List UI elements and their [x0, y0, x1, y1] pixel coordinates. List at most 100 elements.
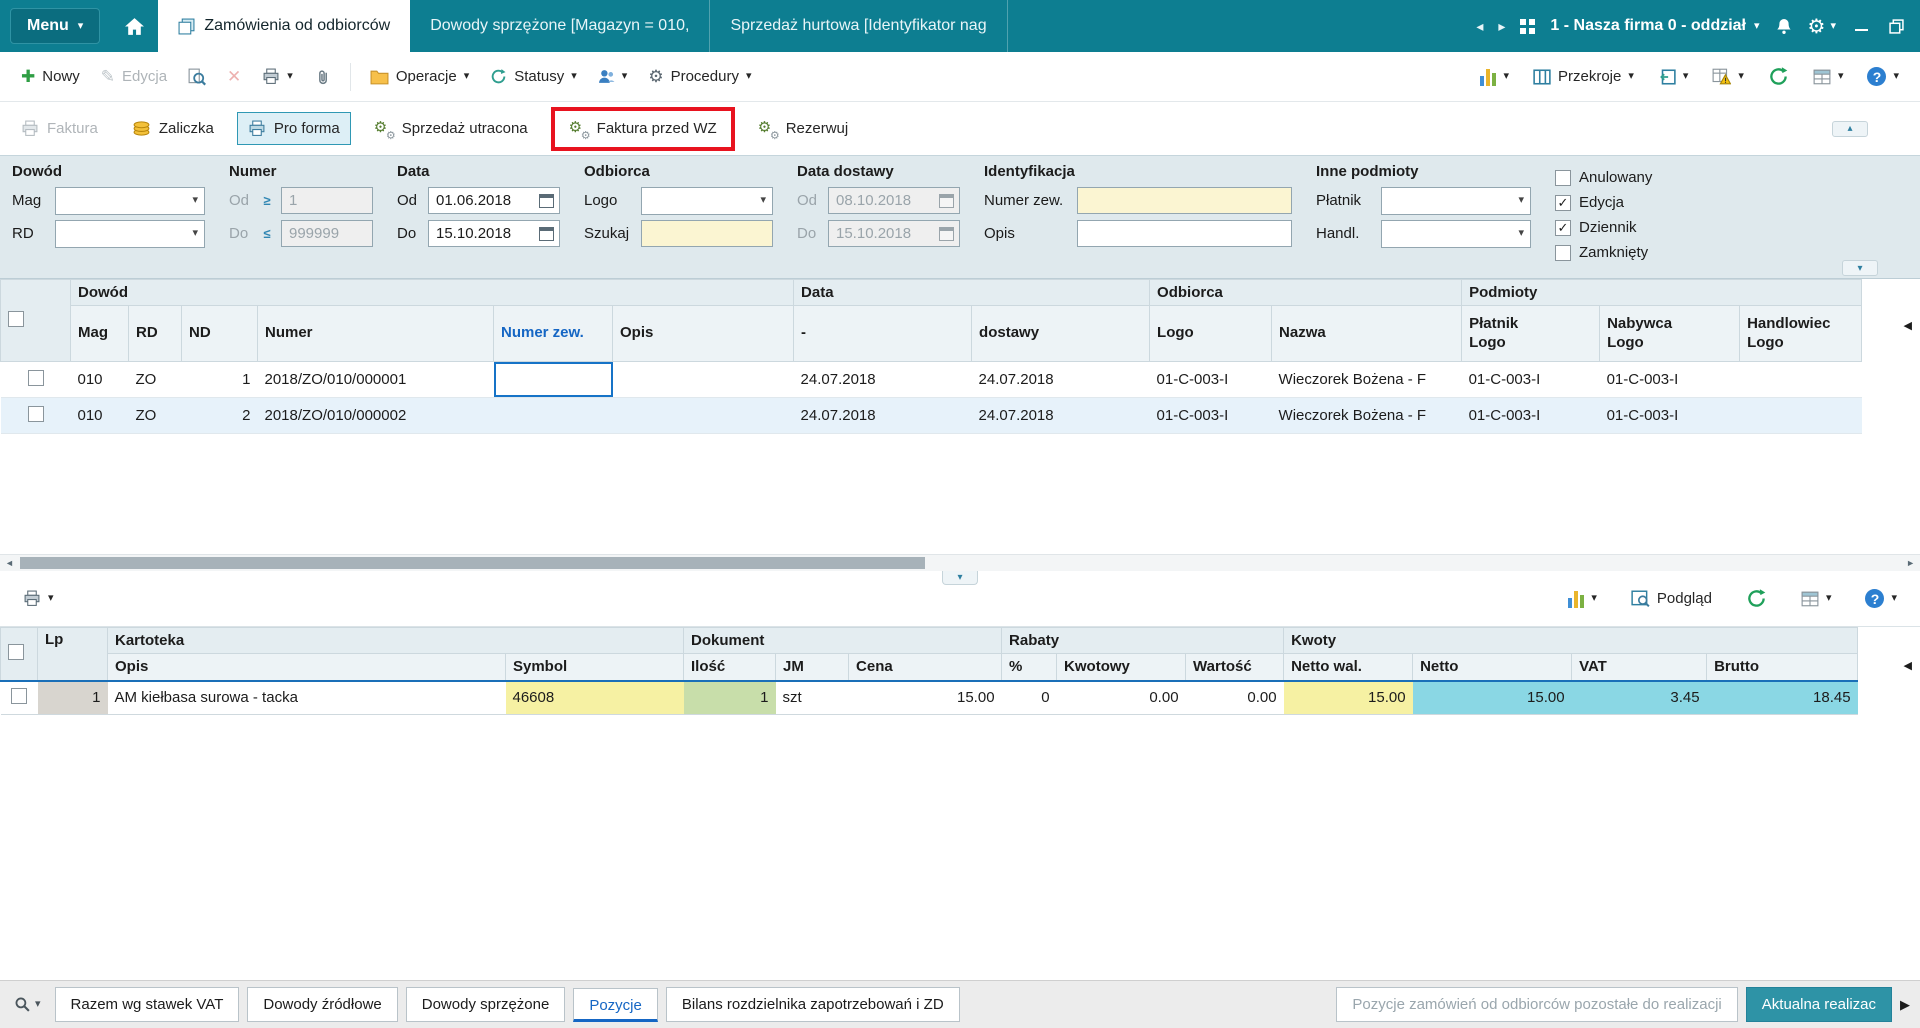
column-header-cena[interactable]: Cena — [848, 653, 1003, 681]
filter-collapse-up-button[interactable]: ▴ — [1832, 120, 1868, 137]
tab-scroll-right-icon[interactable]: ▸ — [1498, 18, 1505, 35]
column-header-logo[interactable]: Logo — [1149, 305, 1273, 362]
cell-platnik[interactable]: 01-C-003-I — [1461, 397, 1600, 434]
column-header-opis[interactable]: Opis — [611, 305, 795, 362]
cell-numer-zew[interactable] — [493, 397, 613, 434]
help-button[interactable]: ? ▾ — [1856, 583, 1906, 614]
cell-rd[interactable]: ZO — [128, 361, 182, 398]
cell-cena[interactable]: 15.00 — [848, 679, 1002, 715]
filter-collapse-down-button[interactable]: ▾ — [1842, 260, 1878, 276]
faktura-przed-wz-button[interactable]: ⚙ ⚙ Faktura przed WZ — [558, 112, 728, 146]
cell-nazwa[interactable]: Wieczorek Bożena - F — [1271, 397, 1462, 434]
bottom-tab-pozycje-pozostale[interactable]: Pozycje zamówień od odbiorców pozostałe … — [1336, 987, 1738, 1022]
bottom-tab-pozycje[interactable]: Pozycje — [573, 987, 658, 1022]
cell-logo[interactable]: 01-C-003-I — [1149, 397, 1272, 434]
cell-nabywca[interactable]: 01-C-003-I — [1599, 361, 1740, 398]
pro-forma-button[interactable]: Pro forma — [236, 112, 351, 145]
delete-button[interactable]: ✕ — [218, 62, 250, 91]
row-checkbox[interactable] — [27, 369, 44, 386]
row-checkbox[interactable] — [27, 405, 44, 422]
faktura-button[interactable]: Faktura — [10, 112, 109, 145]
column-header-netto[interactable]: Netto — [1412, 653, 1573, 681]
column-header-rd[interactable]: RD — [128, 305, 182, 362]
column-header-vat[interactable]: VAT — [1571, 653, 1708, 681]
bottom-tab-dowody-zrodlowe[interactable]: Dowody źródłowe — [247, 987, 398, 1022]
numer-do-input[interactable]: 999999 — [281, 220, 373, 247]
bottom-tab-dowody-sprzezone[interactable]: Dowody sprzężone — [405, 987, 566, 1022]
position-row[interactable]: 1 AM kiełbasa surowa - tacka 46608 1 szt… — [0, 679, 1858, 715]
procedures-button[interactable]: ⚙ Procedury ▾ — [639, 62, 760, 91]
refresh-button[interactable] — [1737, 582, 1776, 615]
bottom-tab-bilans-rozdzielnika[interactable]: Bilans rozdzielnika zapotrzebowań i ZD — [665, 987, 960, 1022]
numer-od-input[interactable]: 1 — [281, 187, 373, 214]
chart-button[interactable]: ▾ — [1471, 62, 1518, 92]
cell-mag[interactable]: 010 — [70, 397, 129, 434]
column-header-wartosc[interactable]: Wartość — [1185, 653, 1285, 681]
cell-dostawy[interactable]: 24.07.2018 — [971, 397, 1150, 434]
column-header-platnik-logo[interactable]: Płatnik Logo — [1461, 305, 1601, 362]
column-header-numer-zew[interactable]: Numer zew. — [493, 305, 613, 362]
column-header-symbol[interactable]: Symbol — [504, 653, 685, 681]
views-button[interactable]: Przekroje ▾ — [1524, 62, 1643, 91]
cell-wartosc[interactable]: 0.00 — [1185, 679, 1284, 715]
column-header-mag[interactable]: Mag — [70, 305, 129, 362]
select-all-checkbox[interactable] — [8, 310, 24, 327]
rezerwuj-button[interactable]: ⚙ ⚙ Rezerwuj — [747, 112, 860, 146]
restore-button[interactable] — [1886, 16, 1906, 36]
order-row[interactable]: 010 ZO 2 2018/ZO/010/000002 24.07.2018 2… — [0, 397, 1862, 434]
column-chooser-icon[interactable]: ◀ — [1904, 319, 1912, 332]
dostawa-do-input[interactable]: 15.10.2018 — [828, 220, 960, 247]
attachment-button[interactable] — [305, 62, 340, 92]
apps-grid-icon[interactable] — [1520, 18, 1536, 34]
tab-sprzedaz-hurtowa[interactable]: Sprzedaż hurtowa [Identyfikator nag — [710, 0, 1008, 52]
print-button[interactable]: ▾ — [253, 62, 302, 91]
cell-nd[interactable]: 1 — [181, 361, 258, 398]
cell-platnik[interactable]: 01-C-003-I — [1461, 361, 1600, 398]
preview-button[interactable]: Podgląd — [1622, 584, 1721, 613]
column-header-brutto[interactable]: Brutto — [1706, 653, 1859, 681]
column-header-ilosc[interactable]: Ilość — [683, 653, 777, 681]
row-checkbox[interactable] — [11, 687, 27, 704]
handlowiec-select[interactable]: ▾ — [1381, 219, 1531, 248]
table-warning-button[interactable]: ▾ — [1703, 62, 1753, 91]
calendar-icon[interactable] — [539, 226, 554, 241]
odbiorca-szukaj-input[interactable] — [641, 220, 773, 247]
scroll-right-icon[interactable]: ► — [1906, 558, 1915, 568]
find-button[interactable] — [179, 62, 215, 92]
cell-numer[interactable]: 2018/ZO/010/000001 — [257, 361, 494, 398]
data-do-input[interactable]: 15.10.2018 — [428, 220, 560, 247]
scroll-left-icon[interactable]: ◄ — [5, 558, 14, 568]
column-header-handlowiec-logo[interactable]: Handlowiec Logo — [1739, 305, 1863, 362]
cell-nd[interactable]: 2 — [181, 397, 258, 434]
platnik-select[interactable]: ▾ — [1381, 186, 1531, 215]
opis-input[interactable] — [1077, 220, 1292, 247]
cell-lp[interactable]: 1 — [37, 679, 108, 715]
contacts-button[interactable]: ▾ — [589, 62, 637, 91]
refresh-button[interactable] — [1759, 60, 1798, 93]
search-tabs-button[interactable]: ▾ — [8, 996, 47, 1013]
dziennik-checkbox[interactable] — [1555, 219, 1571, 236]
edycja-checkbox[interactable] — [1555, 194, 1571, 211]
cell-numer[interactable]: 2018/ZO/010/000002 — [257, 397, 494, 434]
new-button[interactable]: ✚ Nowy — [12, 62, 89, 91]
dostawa-od-input[interactable]: 08.10.2018 — [828, 187, 960, 214]
edit-button[interactable]: ✎ Edycja — [92, 62, 176, 91]
cell-symbol[interactable]: 46608 — [505, 679, 684, 715]
pane-collapse-button[interactable]: ▾ — [942, 571, 978, 585]
numer-zew-input[interactable] — [1077, 187, 1292, 214]
cell-netto[interactable]: 15.00 — [1412, 679, 1572, 715]
operations-button[interactable]: Operacje ▾ — [361, 62, 478, 91]
tabbar-scroll-right-icon[interactable]: ▶ — [1900, 997, 1912, 1013]
cell-data[interactable]: 24.07.2018 — [793, 397, 972, 434]
cell-nazwa[interactable]: Wieczorek Bożena - F — [1271, 361, 1462, 398]
cell-jm[interactable]: szt — [775, 679, 849, 715]
print-positions-button[interactable]: ▾ — [14, 584, 63, 613]
goto-window-button[interactable]: ▾ — [1649, 63, 1698, 91]
mag-select[interactable]: ▾ — [55, 186, 205, 215]
column-header-data[interactable]: - — [793, 305, 973, 362]
cell-nabywca[interactable]: 01-C-003-I — [1599, 397, 1740, 434]
scrollbar-thumb[interactable] — [20, 557, 925, 569]
cell-handlowiec[interactable] — [1739, 361, 1862, 398]
grid-settings-button[interactable]: ▾ — [1792, 585, 1841, 613]
cell-ilosc[interactable]: 1 — [683, 679, 776, 715]
